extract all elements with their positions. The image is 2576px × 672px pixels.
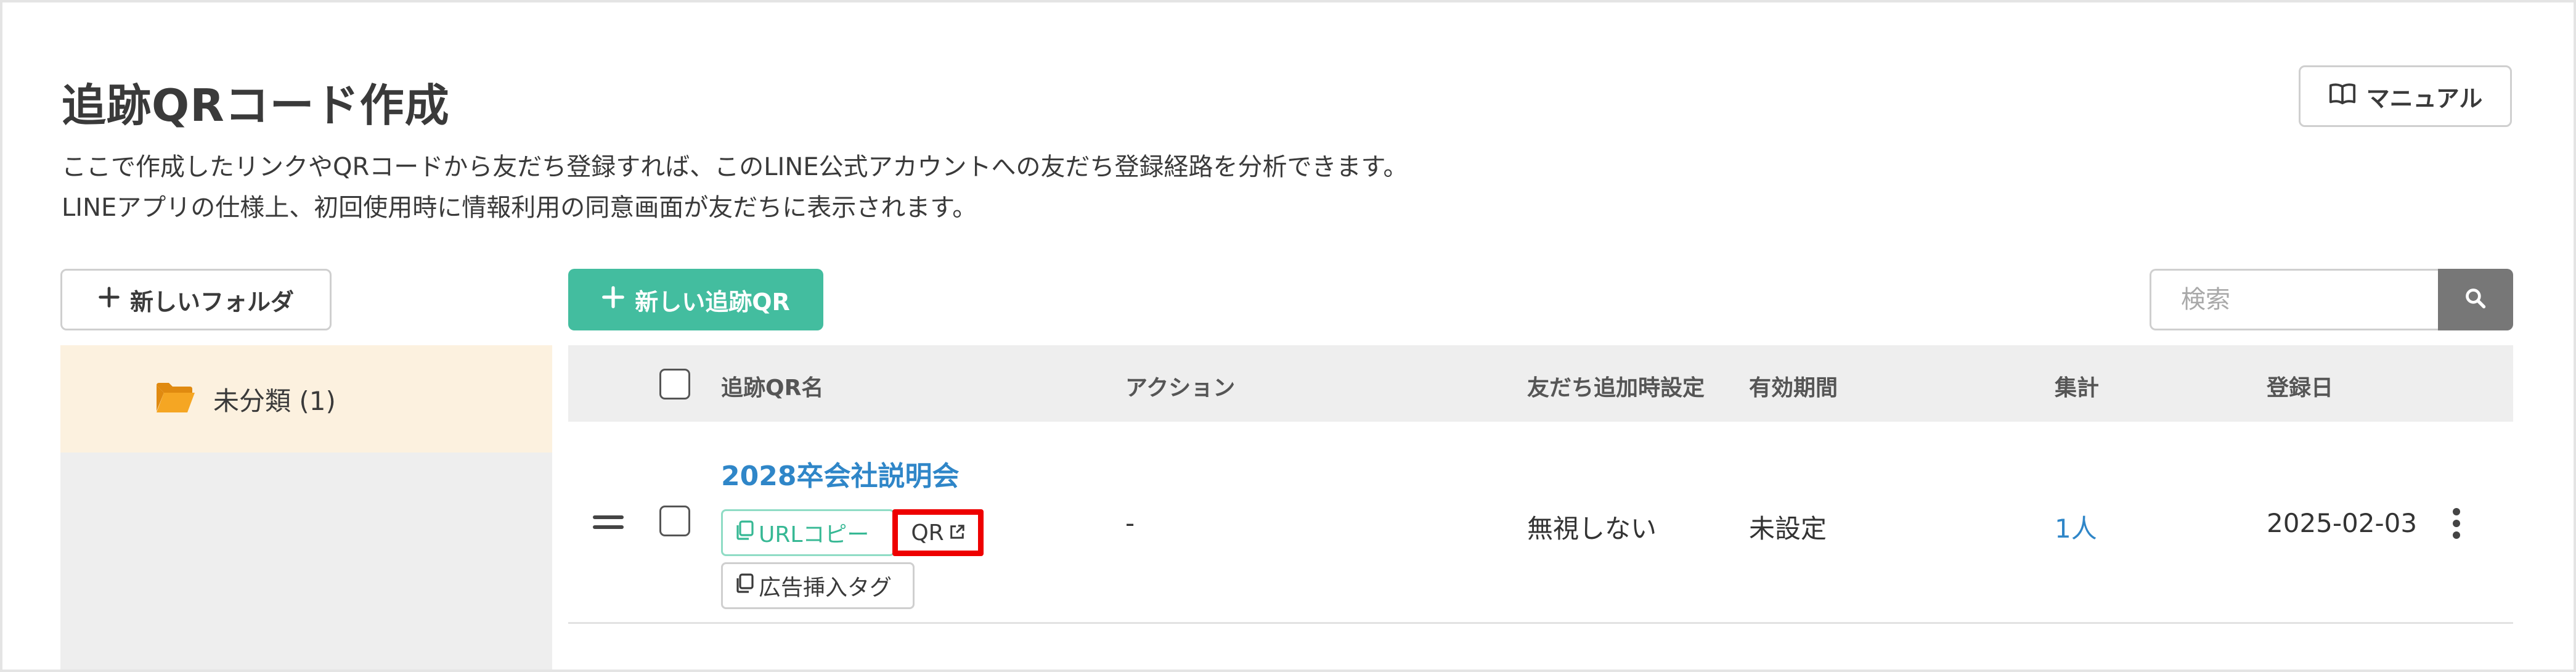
ad-tag-copy-button[interactable]: 広告挿入タグ bbox=[721, 562, 915, 609]
registered-date-cell: 2025-02-03 bbox=[2267, 508, 2418, 538]
page-description-line-2: LINEアプリの仕様上、初回使用時に情報利用の同意画面が友だちに表示されます。 bbox=[62, 194, 977, 222]
search-input[interactable] bbox=[2150, 269, 2439, 330]
column-header-count: 集計 bbox=[2055, 375, 2100, 401]
drag-handle-icon[interactable] bbox=[593, 515, 624, 530]
count-link[interactable]: 1人 bbox=[2055, 508, 2097, 546]
url-copy-label: URLコピー bbox=[759, 522, 870, 547]
new-folder-button[interactable]: 新しいフォルダ bbox=[60, 269, 332, 330]
column-header-action: アクション bbox=[1125, 375, 1236, 401]
more-options-icon[interactable] bbox=[2452, 508, 2461, 539]
manual-button-label: マニュアル bbox=[2366, 84, 2483, 112]
external-link-icon bbox=[949, 520, 965, 546]
column-header-name: 追跡QR名 bbox=[721, 375, 824, 401]
qr-open-button[interactable]: QR bbox=[892, 509, 984, 556]
search-button[interactable] bbox=[2438, 269, 2513, 330]
book-icon bbox=[2328, 81, 2357, 112]
copy-icon bbox=[735, 573, 754, 599]
plus-icon bbox=[601, 285, 625, 314]
new-tracking-qr-label: 新しい追跡QR bbox=[635, 288, 790, 316]
column-header-friend-setting: 友だち追加時設定 bbox=[1527, 375, 1705, 401]
folder-label: 未分類 (1) bbox=[213, 385, 336, 416]
app-frame: 追跡QRコード作成 ここで作成したリンクやQRコードから友だち登録すれば、このL… bbox=[0, 0, 2576, 672]
folder-open-icon bbox=[155, 382, 196, 416]
magnifier-icon bbox=[2464, 287, 2487, 312]
folder-sidebar: 未分類 (1) bbox=[60, 345, 552, 670]
action-cell: - bbox=[1125, 508, 1135, 538]
table-row: 2028卒会社説明会 URLコピー QR 広告挿入タグ - 無視しない 未設定 … bbox=[568, 422, 2513, 624]
url-copy-button[interactable]: URLコピー bbox=[721, 509, 895, 556]
page-title: 追跡QRコード作成 bbox=[62, 80, 450, 131]
copy-icon bbox=[735, 520, 754, 546]
select-all-checkbox[interactable] bbox=[659, 369, 690, 400]
row-checkbox[interactable] bbox=[659, 506, 690, 536]
friend-setting-cell: 無視しない bbox=[1527, 514, 1657, 544]
new-folder-label: 新しいフォルダ bbox=[129, 288, 294, 316]
period-cell: 未設定 bbox=[1749, 514, 1827, 544]
sidebar-item-uncategorized[interactable]: 未分類 (1) bbox=[60, 345, 552, 453]
qr-name-link[interactable]: 2028卒会社説明会 bbox=[721, 454, 959, 493]
qr-label: QR bbox=[911, 520, 944, 546]
page-description-line-1: ここで作成したリンクやQRコードから友だち登録すれば、このLINE公式アカウント… bbox=[62, 153, 1408, 181]
manual-button[interactable]: マニュアル bbox=[2299, 65, 2512, 127]
column-header-registered: 登録日 bbox=[2267, 375, 2334, 401]
column-header-period: 有効期間 bbox=[1749, 375, 1838, 401]
ad-tag-label: 広告挿入タグ bbox=[759, 575, 892, 600]
table-header: 追跡QR名 アクション 友だち追加時設定 有効期間 集計 登録日 bbox=[568, 345, 2513, 422]
new-tracking-qr-button[interactable]: 新しい追跡QR bbox=[568, 269, 823, 330]
plus-icon bbox=[98, 286, 120, 314]
